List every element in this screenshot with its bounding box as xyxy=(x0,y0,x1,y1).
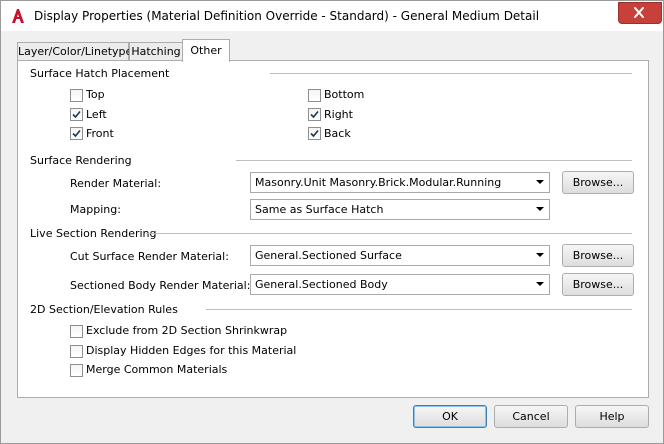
surface-hatch-heading: Surface Hatch Placement xyxy=(30,67,170,80)
chevron-down-icon xyxy=(536,282,544,286)
tab-other[interactable]: Other xyxy=(182,39,230,62)
back-label: Back xyxy=(324,127,351,140)
chevron-down-icon xyxy=(536,180,544,184)
tab-layer-color-linetype[interactable]: Layer/Color/Linetype xyxy=(17,42,132,61)
render-material-value: Masonry.Unit Masonry.Brick.Modular.Runni… xyxy=(255,176,502,189)
section-rules-separator xyxy=(206,309,632,310)
top-checkbox[interactable] xyxy=(70,89,83,102)
left-checkbox[interactable] xyxy=(70,108,83,121)
mapping-value: Same as Surface Hatch xyxy=(255,203,384,216)
surface-rendering-heading: Surface Rendering xyxy=(30,154,132,167)
checkmark-icon xyxy=(72,129,81,138)
surface-hatch-separator xyxy=(270,73,632,74)
front-label: Front xyxy=(86,127,114,140)
render-material-dropdown[interactable]: Masonry.Unit Masonry.Brick.Modular.Runni… xyxy=(250,172,550,193)
ok-button[interactable]: OK xyxy=(413,405,487,428)
tab-hatching[interactable]: Hatching xyxy=(129,42,183,61)
bottom-checkbox[interactable] xyxy=(308,89,321,102)
checkmark-icon xyxy=(310,110,319,119)
cancel-button[interactable]: Cancel xyxy=(494,405,568,428)
live-section-heading: Live Section Rendering xyxy=(30,227,157,240)
bottom-label: Bottom xyxy=(324,88,365,101)
title-bar[interactable]: Display Properties (Material Definition … xyxy=(1,1,663,31)
display-hidden-edges-checkbox[interactable] xyxy=(70,345,83,358)
mapping-dropdown[interactable]: Same as Surface Hatch xyxy=(250,199,550,220)
section-rules-heading: 2D Section/Elevation Rules xyxy=(30,303,178,316)
autocad-a-icon xyxy=(10,8,26,24)
chevron-down-icon xyxy=(536,253,544,257)
cut-surface-label: Cut Surface Render Material: xyxy=(70,250,229,263)
right-checkbox[interactable] xyxy=(308,108,321,121)
window-title: Display Properties (Material Definition … xyxy=(34,9,540,23)
exclude-shrinkwrap-checkbox[interactable] xyxy=(70,325,83,338)
live-section-separator xyxy=(146,233,632,234)
close-icon xyxy=(634,7,644,18)
left-label: Left xyxy=(86,108,107,121)
render-material-browse-button[interactable]: Browse... xyxy=(562,171,634,194)
chevron-down-icon xyxy=(536,207,544,211)
sectioned-body-value: General.Sectioned Body xyxy=(255,278,388,291)
cut-surface-dropdown[interactable]: General.Sectioned Surface xyxy=(250,245,550,266)
render-material-label: Render Material: xyxy=(70,177,162,190)
surface-rendering-separator xyxy=(236,160,632,161)
mapping-label: Mapping: xyxy=(70,203,121,216)
exclude-shrinkwrap-label: Exclude from 2D Section Shrinkwrap xyxy=(86,324,288,337)
checkmark-icon xyxy=(310,129,319,138)
cut-surface-value: General.Sectioned Surface xyxy=(255,249,402,262)
sectioned-body-dropdown[interactable]: General.Sectioned Body xyxy=(250,274,550,295)
top-label: Top xyxy=(86,88,105,101)
checkmark-icon xyxy=(72,110,81,119)
cut-surface-browse-button[interactable]: Browse... xyxy=(562,244,634,267)
help-button[interactable]: Help xyxy=(575,405,649,428)
merge-materials-label: Merge Common Materials xyxy=(86,363,228,376)
display-hidden-edges-label: Display Hidden Edges for this Material xyxy=(86,344,297,357)
front-checkbox[interactable] xyxy=(70,127,83,140)
right-label: Right xyxy=(324,108,353,121)
dialog-window: Display Properties (Material Definition … xyxy=(0,0,664,444)
close-button[interactable] xyxy=(618,2,662,24)
sectioned-body-label: Sectioned Body Render Material: xyxy=(70,279,251,292)
sectioned-body-browse-button[interactable]: Browse... xyxy=(562,273,634,296)
merge-materials-checkbox[interactable] xyxy=(70,364,83,377)
back-checkbox[interactable] xyxy=(308,127,321,140)
tab-panel-other: Surface Hatch Placement Top Bottom Left … xyxy=(17,60,649,398)
